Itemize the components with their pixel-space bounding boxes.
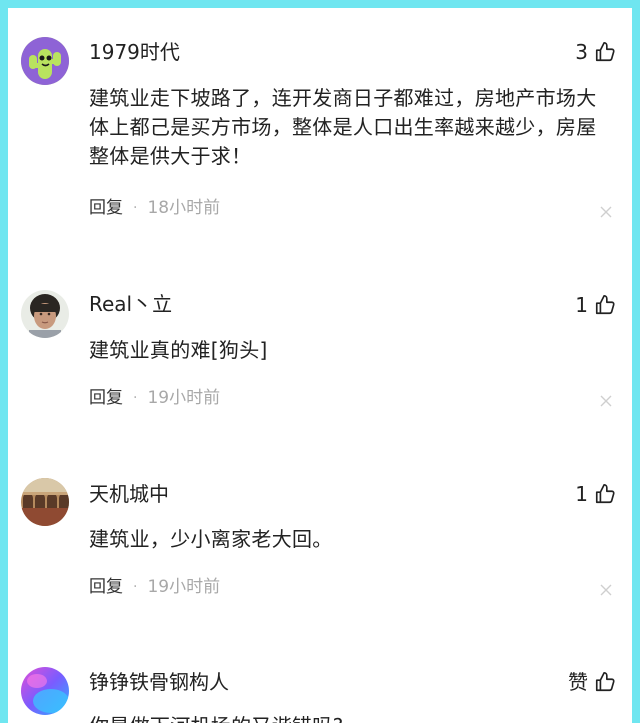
like-control[interactable]: 3 [575, 39, 616, 65]
username[interactable]: 天机城中 [89, 481, 169, 507]
like-control[interactable]: 赞 [568, 669, 616, 695]
avatar[interactable] [21, 290, 69, 338]
gradient-orb [21, 667, 69, 715]
close-icon[interactable] [600, 584, 612, 596]
reply-button[interactable]: 回复 [89, 197, 123, 219]
separator-dot: · [133, 579, 138, 595]
comment-meta: 回复 · 19小时前 [89, 576, 220, 598]
reply-button[interactable]: 回复 [89, 576, 123, 598]
arches-photo [21, 478, 69, 526]
like-count: 1 [575, 293, 588, 317]
person-photo [21, 290, 69, 338]
cactus-icon [21, 37, 69, 85]
thumbs-up-icon[interactable] [594, 41, 616, 63]
thumbs-up-icon[interactable] [594, 671, 616, 693]
avatar[interactable] [21, 37, 69, 85]
comment-meta: 回复 · 19小时前 [89, 387, 220, 409]
comment-meta: 回复 · 18小时前 [89, 197, 220, 219]
like-count: 3 [575, 40, 588, 64]
separator-dot: · [133, 200, 138, 216]
like-label: 赞 [568, 670, 588, 694]
timestamp: 19小时前 [147, 388, 221, 408]
separator-dot: · [133, 390, 138, 406]
username[interactable]: Real丶立 [89, 291, 172, 317]
like-control[interactable]: 1 [575, 481, 616, 507]
like-count: 1 [575, 482, 588, 506]
avatar[interactable] [21, 667, 69, 715]
thumbs-up-icon[interactable] [594, 483, 616, 505]
comment-text: 建筑业，少小离家老大回。 [89, 527, 333, 551]
thumbs-up-icon[interactable] [594, 294, 616, 316]
timestamp: 18小时前 [147, 198, 221, 218]
username[interactable]: 铮铮铁骨钢构人 [89, 669, 229, 695]
like-control[interactable]: 1 [575, 292, 616, 318]
comment-text: 你是做下河机场的又谐错吗? [89, 712, 609, 723]
close-icon[interactable] [600, 206, 612, 218]
comment-list: 1979时代 3 建筑业走下坡路了，连开发商日子都难过，房地产市场大体上都己是买… [8, 8, 632, 723]
username[interactable]: 1979时代 [89, 39, 180, 65]
close-icon[interactable] [600, 395, 612, 407]
avatar[interactable] [21, 478, 69, 526]
reply-button[interactable]: 回复 [89, 387, 123, 409]
comment-text: 建筑业真的难[狗头] [89, 338, 268, 362]
timestamp: 19小时前 [147, 577, 221, 597]
comment-text: 建筑业走下坡路了，连开发商日子都难过，房地产市场大体上都己是买方市场，整体是人口… [89, 86, 597, 168]
